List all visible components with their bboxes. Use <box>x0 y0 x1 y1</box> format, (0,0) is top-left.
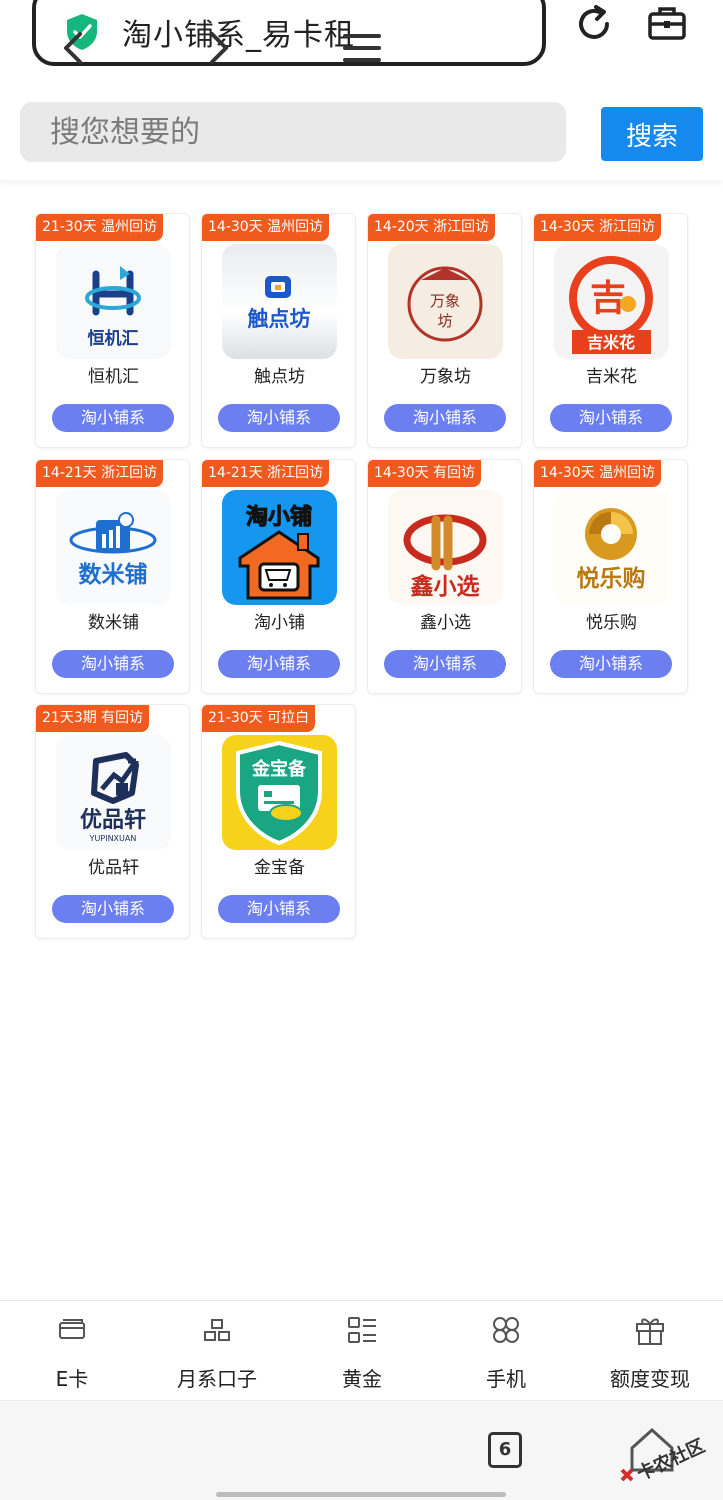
gift-icon <box>636 1318 664 1345</box>
watermark: 卡农社区 <box>620 1427 709 1485</box>
product-tag: 14-30天 有回访 <box>368 460 482 487</box>
product-card-chudianfang[interactable]: 14-30天 温州回访 触点坊 触点坊 淘小铺系 <box>201 213 356 448</box>
product-card-taoxiaopu[interactable]: 14-21天 浙江回访 淘小铺 淘小铺 淘小铺系 <box>201 459 356 694</box>
refresh-icon[interactable] <box>572 2 616 46</box>
product-button[interactable]: 淘小铺系 <box>218 650 340 678</box>
address-bar[interactable]: 淘小铺系_易卡租 <box>32 0 546 66</box>
tabs-icon[interactable]: 6 <box>488 1432 522 1468</box>
card-icon <box>59 1319 85 1339</box>
nav-label: E卡 <box>55 1367 89 1391</box>
svg-text:优品轩: 优品轩 <box>80 807 146 833</box>
taoxiaopu-logo: 淘小铺 <box>222 490 337 605</box>
shumipu-logo: 数米铺 <box>56 490 171 605</box>
nav-item-cashout[interactable]: 额度变现 <box>590 1313 710 1392</box>
svg-text:悦乐购: 悦乐购 <box>577 565 646 592</box>
svg-text:鑫小选: 鑫小选 <box>410 573 480 600</box>
nav-label: 黄金 <box>342 1367 382 1391</box>
product-button[interactable]: 淘小铺系 <box>218 404 340 432</box>
search-input[interactable] <box>20 102 566 162</box>
product-button[interactable]: 淘小铺系 <box>550 404 672 432</box>
nav-label: 月系口子 <box>177 1367 257 1391</box>
list-icon <box>348 1317 376 1343</box>
back-icon[interactable] <box>52 26 96 70</box>
svg-text:淘小铺: 淘小铺 <box>246 504 312 530</box>
jimihua-logo: 吉 吉米花 <box>554 244 669 359</box>
product-button[interactable]: 淘小铺系 <box>52 404 174 432</box>
search-button[interactable]: 搜索 <box>601 107 703 161</box>
product-card-yuelegou[interactable]: 14-30天 温州回访 悦乐购 悦乐购 淘小铺系 <box>533 459 688 694</box>
product-name: 万象坊 <box>420 367 471 387</box>
search-section: 搜索 <box>0 86 723 180</box>
product-card-wanxiangfang[interactable]: 14-20天 浙江回访 万象 坊 万象坊 淘小铺系 <box>367 213 522 448</box>
product-tag: 21-30天 温州回访 <box>36 214 164 241</box>
product-name: 淘小铺 <box>254 613 305 633</box>
product-button[interactable]: 淘小铺系 <box>218 895 340 923</box>
svg-text:恒机汇: 恒机汇 <box>88 328 139 349</box>
svg-text:卡农社区: 卡农社区 <box>634 1435 709 1485</box>
svg-text:吉: 吉 <box>590 278 626 319</box>
product-tag: 14-20天 浙江回访 <box>368 214 496 241</box>
svg-text:数米铺: 数米铺 <box>79 562 148 588</box>
svg-text:YUPINXUAN: YUPINXUAN <box>89 834 137 843</box>
menu-icon[interactable] <box>340 26 384 70</box>
product-button[interactable]: 淘小铺系 <box>52 650 174 678</box>
wanxiangfang-logo: 万象 坊 <box>388 244 503 359</box>
nav-item-monthly[interactable]: 月系口子 <box>157 1313 277 1392</box>
product-tag: 14-21天 浙江回访 <box>36 460 164 487</box>
product-name: 优品轩 <box>88 858 139 878</box>
product-card-jinbaobei[interactable]: 21-30天 可拉白 金宝备 金宝备 淘小铺系 <box>201 704 356 939</box>
product-card-xinxiaoxuan[interactable]: 14-30天 有回访 鑫小选 鑫小选 淘小铺系 <box>367 459 522 694</box>
home-indicator[interactable] <box>216 1492 506 1497</box>
product-card-hengjihui[interactable]: 21-30天 温州回访 恒机汇 恒机汇 淘小铺系 <box>35 213 190 448</box>
youpinxuan-logo: 优品轩 YUPINXUAN <box>56 735 171 850</box>
svg-text:万象: 万象 <box>430 292 460 310</box>
yuelegou-logo: 悦乐购 <box>554 490 669 605</box>
page: 淘小铺系_易卡租 搜索 21-30天 温州回访 恒机汇 恒机汇 淘小铺系 14-… <box>0 0 723 1500</box>
forward-icon[interactable] <box>196 26 240 70</box>
svg-text:坊: 坊 <box>437 312 452 330</box>
chudianfang-logo: 触点坊 <box>222 244 337 359</box>
product-button[interactable]: 淘小铺系 <box>550 650 672 678</box>
product-name: 悦乐购 <box>586 613 637 633</box>
product-card-youpinxuan[interactable]: 21天3期 有回访 优品轩 YUPINXUAN 优品轩 淘小铺系 <box>35 704 190 939</box>
product-button[interactable]: 淘小铺系 <box>52 895 174 923</box>
product-tag: 21天3期 有回访 <box>36 705 150 732</box>
svg-text:金宝备: 金宝备 <box>251 758 307 780</box>
product-card-shumipu[interactable]: 14-21天 浙江回访 数米铺 数米铺 淘小铺系 <box>35 459 190 694</box>
product-name: 金宝备 <box>254 858 305 878</box>
bottom-nav: E卡 月系口子 黄金 手机 额度变现 <box>0 1300 723 1400</box>
product-name: 恒机汇 <box>88 367 139 387</box>
product-tag: 14-30天 温州回访 <box>202 214 330 241</box>
hengjihui-logo: 恒机汇 <box>56 244 171 359</box>
product-card-jimihua[interactable]: 14-30天 浙江回访 吉 吉米花 吉米花 淘小铺系 <box>533 213 688 448</box>
nav-item-phone[interactable]: 手机 <box>446 1313 566 1392</box>
nav-item-gold[interactable]: 黄金 <box>302 1313 422 1392</box>
xinxiaoxuan-logo: 鑫小选 <box>388 490 503 605</box>
product-name: 数米铺 <box>88 613 139 633</box>
nav-label: 额度变现 <box>610 1367 690 1391</box>
product-tag: 21-30天 可拉白 <box>202 705 316 732</box>
product-button[interactable]: 淘小铺系 <box>384 650 506 678</box>
clover-icon <box>493 1317 519 1343</box>
product-button[interactable]: 淘小铺系 <box>384 404 506 432</box>
blocks-icon <box>204 1319 230 1341</box>
product-name: 触点坊 <box>254 367 305 387</box>
product-tag: 14-30天 浙江回访 <box>534 214 662 241</box>
svg-text:吉米花: 吉米花 <box>587 333 635 352</box>
toolbox-icon[interactable] <box>646 2 688 44</box>
nav-label: 手机 <box>486 1367 526 1391</box>
product-name: 吉米花 <box>586 367 637 387</box>
product-name: 鑫小选 <box>420 613 471 633</box>
nav-item-ecard[interactable]: E卡 <box>12 1313 132 1392</box>
product-tag: 14-21天 浙江回访 <box>202 460 330 487</box>
svg-text:触点坊: 触点坊 <box>248 307 311 331</box>
jinbaobei-logo: 金宝备 <box>222 735 337 850</box>
product-tag: 14-30天 温州回访 <box>534 460 662 487</box>
